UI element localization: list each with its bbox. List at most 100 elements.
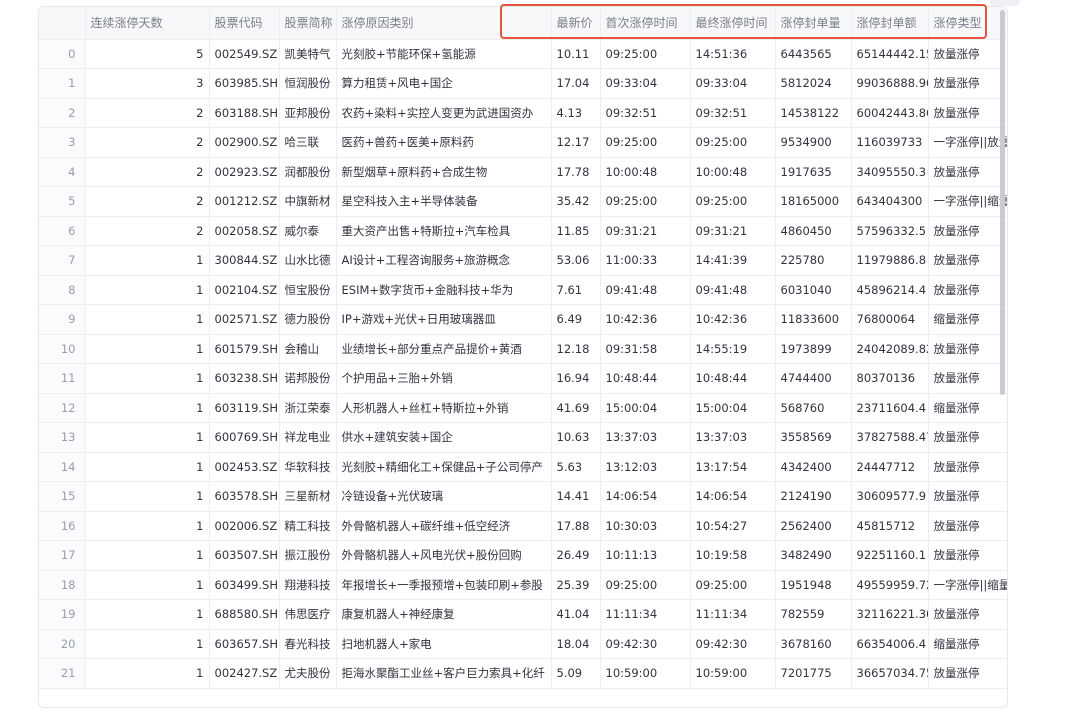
cell-seal-volume[interactable]: 4860450 [775,216,852,246]
cell-reason[interactable]: 供水+建筑安装+国企 [336,422,552,453]
cell-row-index[interactable]: 21 [39,658,86,689]
cell-row-index[interactable]: 5 [39,186,86,217]
cell-stock-code[interactable]: 002104.SZ [209,275,280,305]
cell-first-limit-time[interactable]: 13:37:03 [600,422,691,453]
cell-reason[interactable]: 光刻胶+节能环保+氢能源 [336,39,552,69]
cell-latest-price[interactable]: 17.88 [551,511,601,541]
cell-limit-type[interactable]: 一字涨停||缩量涨停 [928,186,1007,217]
cell-stock-name[interactable]: 浙江荣泰 [279,393,337,423]
cell-row-index[interactable]: 11 [39,363,86,394]
cell-seal-volume[interactable]: 7201775 [775,658,852,689]
cell-limit-type[interactable]: 放量涨停 [928,363,1007,394]
dataframe-table[interactable]: 连续涨停天数 股票代码 股票简称 涨停原因类别 最新价 首次涨停时间 最终涨停时… [38,6,1008,708]
cell-consecutive-days[interactable]: 1 [85,629,210,659]
cell-first-limit-time[interactable]: 09:25:00 [600,39,691,69]
cell-consecutive-days[interactable]: 1 [85,570,210,600]
cell-row-index[interactable]: 2 [39,98,86,128]
cell-reason[interactable]: IP+游戏+光伏+日用玻璃器皿 [336,304,552,335]
cell-consecutive-days[interactable]: 3 [85,68,210,99]
cell-limit-type[interactable]: 放量涨停 [928,68,1007,99]
cell-reason[interactable]: 年报增长+一季报预增+包装印刷+参股 [336,570,552,600]
cell-first-limit-time[interactable]: 09:42:30 [600,629,691,659]
cell-first-limit-time[interactable]: 14:06:54 [600,481,691,512]
cell-final-limit-time[interactable]: 10:54:27 [690,511,776,541]
cell-stock-code[interactable]: 300844.SZ [209,245,280,276]
cell-final-limit-time[interactable]: 15:00:04 [690,393,776,423]
cell-row-index[interactable]: 13 [39,422,86,453]
cell-seal-amount[interactable]: 49559959.72 [851,570,929,600]
cell-final-limit-time[interactable]: 10:42:36 [690,304,776,335]
col-header-latest-price[interactable]: 最新价 [551,7,601,40]
cell-seal-volume[interactable]: 3678160 [775,629,852,659]
cell-seal-volume[interactable]: 3482490 [775,540,852,571]
cell-limit-type[interactable]: 放量涨停 [928,39,1007,69]
cell-latest-price[interactable]: 41.04 [551,599,601,630]
cell-reason[interactable]: 冷链设备+光伏玻璃 [336,481,552,512]
cell-stock-name[interactable]: 伟思医疗 [279,599,337,630]
cell-first-limit-time[interactable]: 11:11:34 [600,599,691,630]
cell-consecutive-days[interactable]: 1 [85,511,210,541]
cell-limit-type[interactable]: 放量涨停 [928,511,1007,541]
cell-seal-volume[interactable]: 4744400 [775,363,852,394]
cell-seal-amount[interactable]: 65144442.15 [851,39,929,69]
cell-latest-price[interactable]: 26.49 [551,540,601,571]
cell-stock-name[interactable]: 凯美特气 [279,39,337,69]
cell-latest-price[interactable]: 17.04 [551,68,601,99]
cell-seal-volume[interactable]: 1973899 [775,334,852,364]
cell-stock-code[interactable]: 600769.SH [209,422,280,453]
cell-row-index[interactable]: 14 [39,452,86,482]
cell-first-limit-time[interactable]: 09:31:58 [600,334,691,364]
cell-seal-amount[interactable]: 24447712 [851,452,929,482]
cell-stock-name[interactable]: 春光科技 [279,629,337,659]
cell-reason[interactable]: 康复机器人+神经康复 [336,599,552,630]
cell-consecutive-days[interactable]: 1 [85,334,210,364]
cell-final-limit-time[interactable]: 13:37:03 [690,422,776,453]
cell-latest-price[interactable]: 4.13 [551,98,601,128]
col-header-consecutive-days[interactable]: 连续涨停天数 [85,7,210,40]
cell-row-index[interactable]: 1 [39,68,86,99]
cell-final-limit-time[interactable]: 14:51:36 [690,39,776,69]
cell-limit-type[interactable]: 放量涨停 [928,216,1007,246]
cell-stock-name[interactable]: 亚邦股份 [279,98,337,128]
cell-reason[interactable]: AI设计+工程咨询服务+旅游概念 [336,245,552,276]
cell-reason[interactable]: 业绩增长+部分重点产品提价+黄酒 [336,334,552,364]
cell-limit-type[interactable]: 放量涨停 [928,599,1007,630]
cell-latest-price[interactable]: 16.94 [551,363,601,394]
cell-stock-name[interactable]: 三星新材 [279,481,337,512]
cell-seal-amount[interactable]: 116039733 [851,127,929,158]
cell-latest-price[interactable]: 5.63 [551,452,601,482]
cell-reason[interactable]: 外骨骼机器人+碳纤维+低空经济 [336,511,552,541]
cell-seal-volume[interactable]: 782559 [775,599,852,630]
cell-final-limit-time[interactable]: 09:25:00 [690,570,776,600]
cell-stock-code[interactable]: 002900.SZ [209,127,280,158]
cell-consecutive-days[interactable]: 1 [85,658,210,689]
cell-consecutive-days[interactable]: 1 [85,393,210,423]
cell-stock-name[interactable]: 祥龙电业 [279,422,337,453]
vertical-scrollbar[interactable] [1000,10,1005,395]
cell-row-index[interactable]: 16 [39,511,86,541]
cell-seal-amount[interactable]: 99036888.96 [851,68,929,99]
cell-seal-amount[interactable]: 76800064 [851,304,929,335]
cell-stock-code[interactable]: 603657.SH [209,629,280,659]
cell-final-limit-time[interactable]: 09:41:48 [690,275,776,305]
cell-stock-name[interactable]: 翔港科技 [279,570,337,600]
cell-first-limit-time[interactable]: 09:31:21 [600,216,691,246]
cell-row-index[interactable]: 8 [39,275,86,305]
cell-latest-price[interactable]: 41.69 [551,393,601,423]
cell-consecutive-days[interactable]: 1 [85,363,210,394]
cell-final-limit-time[interactable]: 10:59:00 [690,658,776,689]
cell-first-limit-time[interactable]: 09:25:00 [600,127,691,158]
cell-row-index[interactable]: 10 [39,334,86,364]
cell-stock-code[interactable]: 601579.SH [209,334,280,364]
cell-consecutive-days[interactable]: 2 [85,216,210,246]
cell-stock-code[interactable]: 603188.SH [209,98,280,128]
cell-limit-type[interactable]: 放量涨停 [928,422,1007,453]
cell-latest-price[interactable]: 18.04 [551,629,601,659]
cell-stock-name[interactable]: 哈三联 [279,127,337,158]
cell-first-limit-time[interactable]: 09:33:04 [600,68,691,99]
cell-seal-volume[interactable]: 5812024 [775,68,852,99]
cell-reason[interactable]: 算力租赁+风电+国企 [336,68,552,99]
cell-first-limit-time[interactable]: 10:42:36 [600,304,691,335]
cell-seal-amount[interactable]: 643404300 [851,186,929,217]
cell-stock-name[interactable]: 华软科技 [279,452,337,482]
